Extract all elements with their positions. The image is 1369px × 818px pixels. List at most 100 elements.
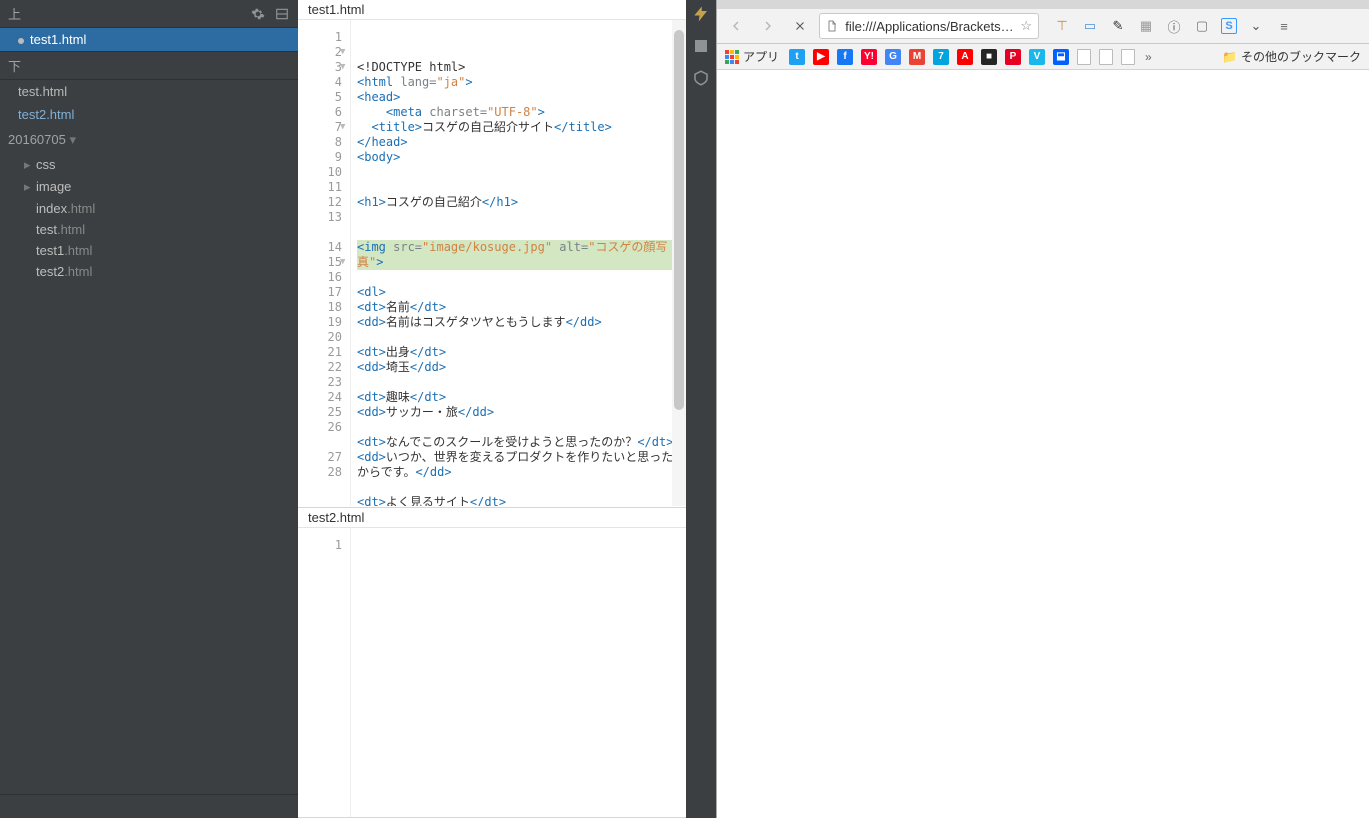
browser-tabstrip[interactable] <box>717 0 1369 9</box>
code-line[interactable] <box>357 480 680 495</box>
ext-icon-eyedropper[interactable]: ✎ <box>1109 17 1127 35</box>
other-bookmarks-button[interactable]: 📁 その他のブックマーク <box>1222 48 1361 65</box>
code-line[interactable] <box>357 165 680 180</box>
code-line[interactable]: <head> <box>357 90 680 105</box>
code-top[interactable]: <!DOCTYPE html><html lang="ja"><head> <m… <box>350 20 686 506</box>
code-line[interactable]: <dt>なんでこのスクールを受けようと思ったのか？</dt> <box>357 435 680 450</box>
code-bottom[interactable] <box>350 528 686 817</box>
bookmark-dropbox-icon[interactable]: ⬓ <box>1053 49 1069 65</box>
code-line[interactable] <box>357 538 680 553</box>
bookmark-page-icon[interactable] <box>1077 49 1091 65</box>
bookmark-page-icon[interactable] <box>1121 49 1135 65</box>
apps-button[interactable]: アプリ <box>725 48 779 65</box>
tree-ext: .html <box>64 243 92 258</box>
fold-arrow-icon[interactable]: ▼ <box>340 255 345 270</box>
fold-arrow-icon[interactable]: ▼ <box>340 120 345 135</box>
tree-file[interactable]: index.html <box>10 198 298 219</box>
ext-icon-grid[interactable]: ▦ <box>1137 17 1155 35</box>
code-line[interactable]: </head> <box>357 135 680 150</box>
tree-folder[interactable]: ▸image <box>10 176 298 198</box>
ext-icon-1[interactable]: ⊤ <box>1053 17 1071 35</box>
fold-arrow-icon[interactable]: ▼ <box>340 45 345 60</box>
bookmark-yahoo-icon[interactable]: Y! <box>861 49 877 65</box>
open-file-item[interactable]: test2.html <box>0 103 298 126</box>
back-button[interactable] <box>723 14 749 38</box>
plugin-icon[interactable] <box>691 68 711 88</box>
code-line[interactable] <box>357 420 680 435</box>
tree-file[interactable]: test2.html <box>10 261 298 282</box>
project-header[interactable]: 20160705 ▾ <box>0 126 298 152</box>
bookmark-facebook-icon[interactable]: f <box>837 49 853 65</box>
code-line[interactable]: <title>コスゲの自己紹介サイト</title> <box>357 120 680 135</box>
sidebar-spacer <box>0 292 298 794</box>
code-line[interactable] <box>357 210 680 225</box>
bookmark-google-icon[interactable]: G <box>885 49 901 65</box>
open-file-item[interactable]: test.html <box>0 80 298 103</box>
tree-file[interactable]: test.html <box>10 219 298 240</box>
code-line[interactable]: <dd>埼玉</dd> <box>357 360 680 375</box>
forward-button[interactable] <box>755 14 781 38</box>
ext-icon-2[interactable]: ▭ <box>1081 17 1099 35</box>
ext-icon-pocket[interactable]: ⌄ <box>1247 17 1265 35</box>
code-line[interactable]: <dt>よく見るサイト</dt> <box>357 495 680 506</box>
code-line[interactable]: <dt>趣味</dt> <box>357 390 680 405</box>
editor-tab-top[interactable]: test1.html <box>298 0 686 20</box>
code-line[interactable]: <dd>名前はコスゲタツヤともうします</dd> <box>357 315 680 330</box>
scrollbar-thumb[interactable] <box>674 30 684 410</box>
code-line[interactable] <box>357 375 680 390</box>
editor-tab-bottom[interactable]: test2.html <box>298 508 686 528</box>
bookmark-vimeo-icon[interactable]: V <box>1029 49 1045 65</box>
fold-arrow-icon[interactable]: ▼ <box>340 60 345 75</box>
working-set-top: test1.html <box>0 28 298 51</box>
ext-icon-info[interactable]: ⓘ <box>1165 17 1183 35</box>
code-line[interactable]: <dt>名前</dt> <box>357 300 680 315</box>
project-name: 20160705 <box>8 132 66 147</box>
extension-icons: ⊤ ▭ ✎ ▦ ⓘ ▢ S ⌄ ≡ <box>1053 17 1293 35</box>
code-line[interactable]: <meta charset="UTF-8"> <box>357 105 680 120</box>
tree-ext: .html <box>57 222 85 237</box>
code-line[interactable] <box>357 270 680 285</box>
live-preview-icon[interactable] <box>691 4 711 24</box>
code-line[interactable]: <dl> <box>357 285 680 300</box>
ext-icon-s[interactable]: S <box>1221 18 1237 34</box>
tree-folder[interactable]: ▸css <box>10 154 298 176</box>
code-line[interactable]: <dd>サッカー・旅</dd> <box>357 405 680 420</box>
bookmark-adobe-icon[interactable]: A <box>957 49 973 65</box>
more-bookmarks-chevron[interactable]: » <box>1145 50 1152 64</box>
code-line[interactable] <box>357 180 680 195</box>
stop-button[interactable] <box>787 14 813 38</box>
open-file-item[interactable]: test1.html <box>0 28 298 51</box>
code-line[interactable]: <body> <box>357 150 680 165</box>
bookmark-nico-icon[interactable]: ■ <box>981 49 997 65</box>
code-line[interactable]: <html lang="ja"> <box>357 75 680 90</box>
line-number: 4 <box>298 75 342 90</box>
chrome-menu-icon[interactable]: ≡ <box>1275 17 1293 35</box>
bookmark-star-icon[interactable]: ☆ <box>1020 18 1032 34</box>
ext-icon-box[interactable]: ▢ <box>1193 17 1211 35</box>
code-line[interactable] <box>357 225 680 240</box>
bookmark-page-icon[interactable] <box>1099 49 1113 65</box>
editor-body-top[interactable]: 12▼3▼4567▼89101112131415▼161718192021222… <box>298 20 686 506</box>
line-number: 19 <box>298 315 342 330</box>
code-line[interactable]: <dt>出身</dt> <box>357 345 680 360</box>
bookmark-gmail-icon[interactable]: M <box>909 49 925 65</box>
working-set-top-label: 上 <box>8 4 21 23</box>
address-bar[interactable]: file:///Applications/Brackets.a… ☆ <box>819 13 1039 39</box>
split-view-icon[interactable] <box>274 6 290 22</box>
bookmark-youtube-icon[interactable]: ▶ <box>813 49 829 65</box>
bookmark-twitter-icon[interactable]: t <box>789 49 805 65</box>
code-line[interactable]: <dd>いつか、世界を変えるプロダクトを作りたいと思ったからです。</dd> <box>357 450 680 480</box>
page-icon <box>826 19 839 33</box>
tree-file[interactable]: test1.html <box>10 240 298 261</box>
scrollbar-track[interactable] <box>672 20 686 506</box>
browser-viewport[interactable] <box>717 70 1369 818</box>
code-line[interactable]: <img src="image/kosuge.jpg" alt="コスゲの顔写真… <box>357 240 680 270</box>
extension-manager-icon[interactable] <box>691 36 711 56</box>
bookmark-hatena-icon[interactable]: 7 <box>933 49 949 65</box>
code-line[interactable] <box>357 330 680 345</box>
bookmark-pinterest-icon[interactable]: P <box>1005 49 1021 65</box>
editor-body-bottom[interactable]: 1 <box>298 528 686 817</box>
code-line[interactable]: <h1>コスゲの自己紹介</h1> <box>357 195 680 210</box>
gear-icon[interactable] <box>250 6 266 22</box>
code-line[interactable]: <!DOCTYPE html> <box>357 60 680 75</box>
